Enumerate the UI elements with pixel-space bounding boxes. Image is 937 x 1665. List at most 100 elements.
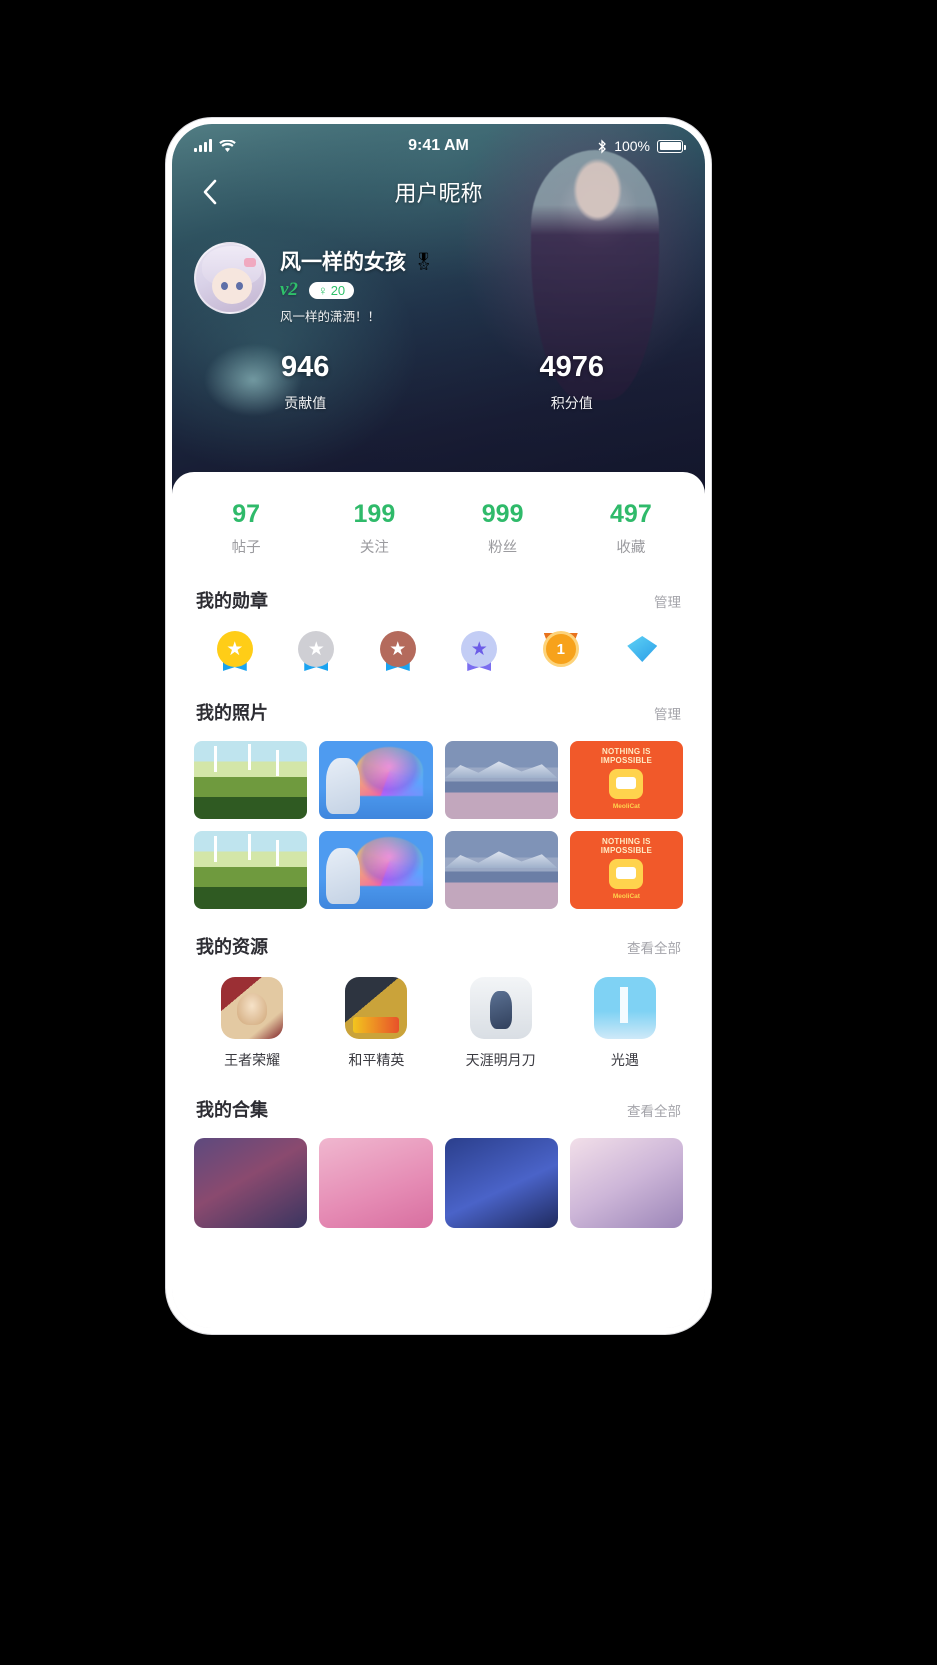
count-label: 关注 bbox=[359, 540, 389, 556]
back-button[interactable] bbox=[192, 175, 226, 209]
resource-name: 光遇 bbox=[610, 1052, 639, 1068]
rank-one-medal-badge: 1 bbox=[556, 640, 565, 658]
resource-name: 和平精英 bbox=[348, 1052, 405, 1068]
female-icon: ♀ bbox=[317, 282, 328, 298]
count-label: 粉丝 bbox=[488, 540, 518, 556]
photo-windmill-field[interactable] bbox=[194, 831, 308, 909]
photo-row: NOTHING IS IMPOSSIBLE MeoliCat bbox=[194, 741, 683, 819]
poster-brand: MeoliCat bbox=[612, 893, 640, 900]
phone-frame: 9:41 AM 100% 用户昵称 风一样的女孩 🎖 v2 ♀ 20 风一样的潇… bbox=[166, 118, 711, 1334]
resource-item-peacekeeper-elite[interactable]: 和平精英 bbox=[314, 977, 438, 1070]
gold-star-medal-badge: ★ bbox=[226, 638, 244, 660]
photo-snow-mountain[interactable] bbox=[444, 831, 558, 909]
photo-rainbow-neon[interactable] bbox=[319, 831, 433, 909]
collection-pink[interactable] bbox=[319, 1138, 433, 1228]
collections-row bbox=[172, 1122, 705, 1228]
poster-line1: NOTHING IS bbox=[602, 747, 651, 756]
medal-emoji-icon: 🎖 bbox=[413, 251, 435, 271]
photo-snow-mountain[interactable] bbox=[444, 741, 558, 819]
hero-stat-label: 贡献值 bbox=[284, 395, 327, 411]
count-favorites[interactable]: 497 收藏 bbox=[567, 500, 695, 557]
age-value: 20 bbox=[330, 282, 346, 298]
badges-manage-link[interactable]: 管理 bbox=[654, 591, 681, 611]
section-title: 我的勋章 bbox=[196, 591, 268, 611]
resource-item-sky[interactable]: 光遇 bbox=[563, 977, 687, 1070]
poster-line2: IMPOSSIBLE bbox=[600, 846, 653, 856]
counts-row: 97 帖子 199 关注 999 粉丝 497 收藏 bbox=[172, 472, 705, 577]
photo-nothing-impossible[interactable]: NOTHING IS IMPOSSIBLE MeoliCat bbox=[569, 741, 683, 819]
collection-blue[interactable] bbox=[444, 1138, 558, 1228]
profile-hero-banner: 9:41 AM 100% 用户昵称 风一样的女孩 🎖 v2 ♀ 20 风一样的潇… bbox=[172, 124, 705, 514]
resource-name: 天涯明月刀 bbox=[465, 1052, 536, 1068]
game-icon-honor-of-kings bbox=[221, 977, 284, 1039]
battery-full-icon bbox=[657, 139, 686, 153]
poster-line1: NOTHING IS bbox=[602, 837, 651, 846]
section-title: 我的合集 bbox=[196, 1100, 268, 1120]
resources-row: 王者荣耀 和平精英 天涯明月刀 光遇 bbox=[172, 959, 705, 1074]
level-badge: v2 bbox=[280, 279, 298, 300]
badge-item-bronze-star[interactable]: ★ bbox=[357, 631, 439, 675]
page-title: 用户昵称 bbox=[394, 181, 483, 206]
badge-item-silver-star[interactable]: ★ bbox=[276, 631, 358, 675]
hero-stats-row: 946 贡献值 4976 积分值 bbox=[172, 351, 705, 413]
badge-item-gold-star[interactable]: ★ bbox=[194, 631, 276, 675]
diamond-badge bbox=[627, 636, 658, 662]
poster-line2: IMPOSSIBLE bbox=[600, 756, 653, 766]
photos-manage-link[interactable]: 管理 bbox=[654, 703, 681, 723]
resources-view-all-link[interactable]: 查看全部 bbox=[627, 937, 681, 957]
badge-item-diamond[interactable] bbox=[602, 631, 684, 675]
chevron-left-icon bbox=[203, 179, 216, 205]
gender-age-badge: ♀ 20 bbox=[308, 281, 355, 299]
signature-text: 风一样的潇洒！！ bbox=[280, 310, 381, 324]
avatar[interactable] bbox=[194, 242, 266, 314]
game-icon-moonlight-blade bbox=[469, 977, 532, 1039]
silver-star-medal-badge: ★ bbox=[307, 638, 325, 660]
badge-item-rank-one[interactable]: 1 bbox=[520, 631, 602, 675]
profile-info: 风一样的女孩 🎖 v2 ♀ 20 风一样的潇洒！！ bbox=[280, 242, 435, 325]
photo-nothing-impossible[interactable]: NOTHING IS IMPOSSIBLE MeoliCat bbox=[569, 831, 683, 909]
status-time: 9:41 AM bbox=[408, 137, 469, 154]
resource-item-honor-of-kings[interactable]: 王者荣耀 bbox=[190, 977, 314, 1070]
nav-bar: 用户昵称 bbox=[172, 164, 705, 220]
photos-grid: NOTHING IS IMPOSSIBLE MeoliCat NOTHING IS… bbox=[172, 725, 705, 913]
phone-screen: 9:41 AM 100% 用户昵称 风一样的女孩 🎖 v2 ♀ 20 风一样的潇… bbox=[172, 124, 705, 1328]
hero-stat-value: 4976 bbox=[539, 351, 604, 383]
count-value: 199 bbox=[353, 500, 396, 528]
count-posts[interactable]: 97 帖子 bbox=[182, 500, 310, 557]
resource-item-moonlight-blade[interactable]: 天涯明月刀 bbox=[439, 977, 563, 1070]
hero-stat-label: 积分值 bbox=[550, 395, 593, 411]
collection-anime[interactable] bbox=[569, 1138, 683, 1228]
photo-row: NOTHING IS IMPOSSIBLE MeoliCat bbox=[194, 831, 683, 909]
profile-content-card: 97 帖子 199 关注 999 粉丝 497 收藏 我的勋章 管理 ★ ★ ★… bbox=[172, 472, 705, 1328]
cat-illustration bbox=[609, 769, 644, 799]
count-value: 497 bbox=[610, 500, 652, 528]
section-title: 我的照片 bbox=[196, 703, 268, 723]
hero-stat-value: 946 bbox=[281, 351, 330, 383]
photo-rainbow-neon[interactable] bbox=[319, 741, 433, 819]
badges-section-header: 我的勋章 管理 bbox=[172, 577, 705, 613]
count-value: 97 bbox=[232, 500, 261, 528]
game-icon-peacekeeper-elite bbox=[345, 977, 408, 1039]
username: 风一样的女孩 bbox=[280, 251, 406, 274]
collections-view-all-link[interactable]: 查看全部 bbox=[627, 1100, 681, 1120]
status-bar: 9:41 AM 100% bbox=[172, 124, 705, 164]
photo-windmill-field[interactable] bbox=[194, 741, 308, 819]
badge-item-purple-star[interactable]: ★ bbox=[439, 631, 521, 675]
badges-row: ★ ★ ★ ★ 1 bbox=[172, 613, 705, 681]
count-value: 999 bbox=[481, 500, 524, 528]
hero-stat-points[interactable]: 4976 积分值 bbox=[439, 351, 706, 413]
resource-name: 王者荣耀 bbox=[224, 1052, 281, 1068]
collections-section-header: 我的合集 查看全部 bbox=[172, 1074, 705, 1122]
count-following[interactable]: 199 关注 bbox=[310, 500, 438, 557]
resources-section-header: 我的资源 查看全部 bbox=[172, 913, 705, 959]
hero-stat-contribution[interactable]: 946 贡献值 bbox=[172, 351, 439, 413]
count-fans[interactable]: 999 粉丝 bbox=[439, 500, 567, 557]
poster-brand: MeoliCat bbox=[612, 803, 640, 810]
profile-header: 风一样的女孩 🎖 v2 ♀ 20 风一样的潇洒！！ bbox=[172, 220, 705, 325]
cat-illustration bbox=[609, 859, 644, 889]
collection-fantasy[interactable] bbox=[194, 1138, 308, 1228]
section-title: 我的资源 bbox=[196, 937, 268, 957]
bronze-star-medal-badge: ★ bbox=[389, 638, 407, 660]
photos-section-header: 我的照片 管理 bbox=[172, 681, 705, 725]
purple-star-medal-badge: ★ bbox=[470, 638, 488, 660]
